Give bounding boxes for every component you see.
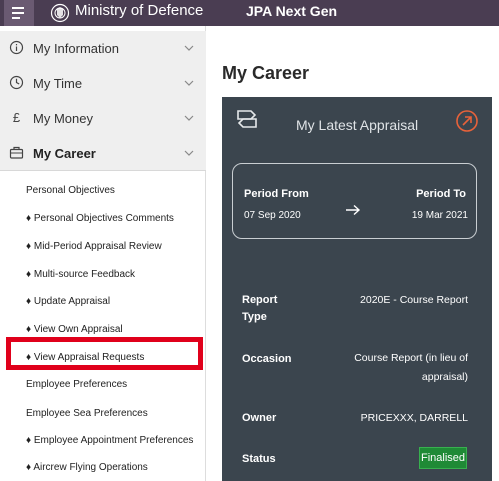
career-item-personal-objectives-comments[interactable]: ♦ Personal Objectives Comments xyxy=(26,213,174,224)
occasion-value-line2: appraisal) xyxy=(421,371,468,383)
organisation-name[interactable]: Ministry of Defence xyxy=(75,2,203,19)
owner-label: Owner xyxy=(242,412,277,424)
clock-icon xyxy=(9,75,24,90)
status-badge: Finalised xyxy=(419,447,467,469)
sidebar-item-label: My Information xyxy=(33,41,119,56)
latest-appraisal-card: My Latest Appraisal Period From 07 Sep 2… xyxy=(222,97,492,481)
report-type-value: 2020E - Course Report xyxy=(360,294,468,306)
career-item-update-appraisal[interactable]: ♦ Update Appraisal xyxy=(26,296,110,307)
career-item-aircrew-flying-operations[interactable]: ♦ Aircrew Flying Operations xyxy=(26,462,148,473)
signpost-icon xyxy=(237,110,257,128)
hamburger-icon[interactable] xyxy=(4,0,34,26)
briefcase-icon xyxy=(9,146,24,159)
chevron-down-icon[interactable] xyxy=(183,147,195,159)
info-icon xyxy=(9,40,24,55)
career-item-personal-objectives[interactable]: Personal Objectives xyxy=(26,185,115,196)
sidebar-item-my-time[interactable]: My Time xyxy=(0,66,206,101)
sidebar-item-my-information[interactable]: My Information xyxy=(0,31,206,66)
sidebar-item-label: My Money xyxy=(33,111,93,126)
report-type-label-line2: Type xyxy=(242,311,267,323)
sidebar-item-label: My Time xyxy=(33,76,83,91)
chevron-down-icon[interactable] xyxy=(183,77,195,89)
top-bar: Ministry of Defence JPA Next Gen xyxy=(0,0,499,26)
period-box: Period From 07 Sep 2020 Period To 19 Mar… xyxy=(232,163,477,239)
card-title: My Latest Appraisal xyxy=(296,117,419,133)
highlight-box xyxy=(6,337,203,370)
report-type-label-line1: Report xyxy=(242,294,278,306)
sidebar-item-my-career[interactable]: My Career xyxy=(0,136,206,171)
owner-value: PRICEXXX, DARRELL xyxy=(360,412,468,424)
period-to-value: 19 Mar 2021 xyxy=(411,210,468,221)
pound-icon: £ xyxy=(12,110,21,125)
career-item-employee-sea-preferences[interactable]: Employee Sea Preferences xyxy=(26,408,148,419)
occasion-value-line1: Course Report (in lieu of xyxy=(354,352,468,364)
career-item-employee-appointment-preferences[interactable]: ♦ Employee Appointment Preferences xyxy=(26,435,193,446)
page-title: My Career xyxy=(222,63,310,83)
period-to-label: Period To xyxy=(416,188,466,200)
chevron-down-icon[interactable] xyxy=(183,112,195,124)
crest-icon xyxy=(50,3,70,23)
period-from-value: 07 Sep 2020 xyxy=(244,210,301,221)
arrow-up-right-icon[interactable] xyxy=(455,109,479,133)
career-item-employee-preferences[interactable]: Employee Preferences xyxy=(26,379,127,390)
sidebar-item-my-money[interactable]: £ My Money xyxy=(0,101,206,136)
career-item-view-own-appraisal[interactable]: ♦ View Own Appraisal xyxy=(26,324,123,335)
app-name: JPA Next Gen xyxy=(246,3,338,19)
chevron-down-icon[interactable] xyxy=(183,42,195,54)
career-item-mid-period-appraisal-review[interactable]: ♦ Mid-Period Appraisal Review xyxy=(26,241,162,252)
occasion-label: Occasion xyxy=(242,353,292,365)
period-from-label: Period From xyxy=(244,188,309,200)
career-item-multi-source-feedback[interactable]: ♦ Multi-source Feedback xyxy=(26,269,135,280)
arrow-right-icon xyxy=(346,204,361,216)
sidebar-item-label: My Career xyxy=(33,146,96,161)
sidebar: My Information My Time £ My Money My Car… xyxy=(0,26,206,481)
status-label: Status xyxy=(242,453,276,465)
